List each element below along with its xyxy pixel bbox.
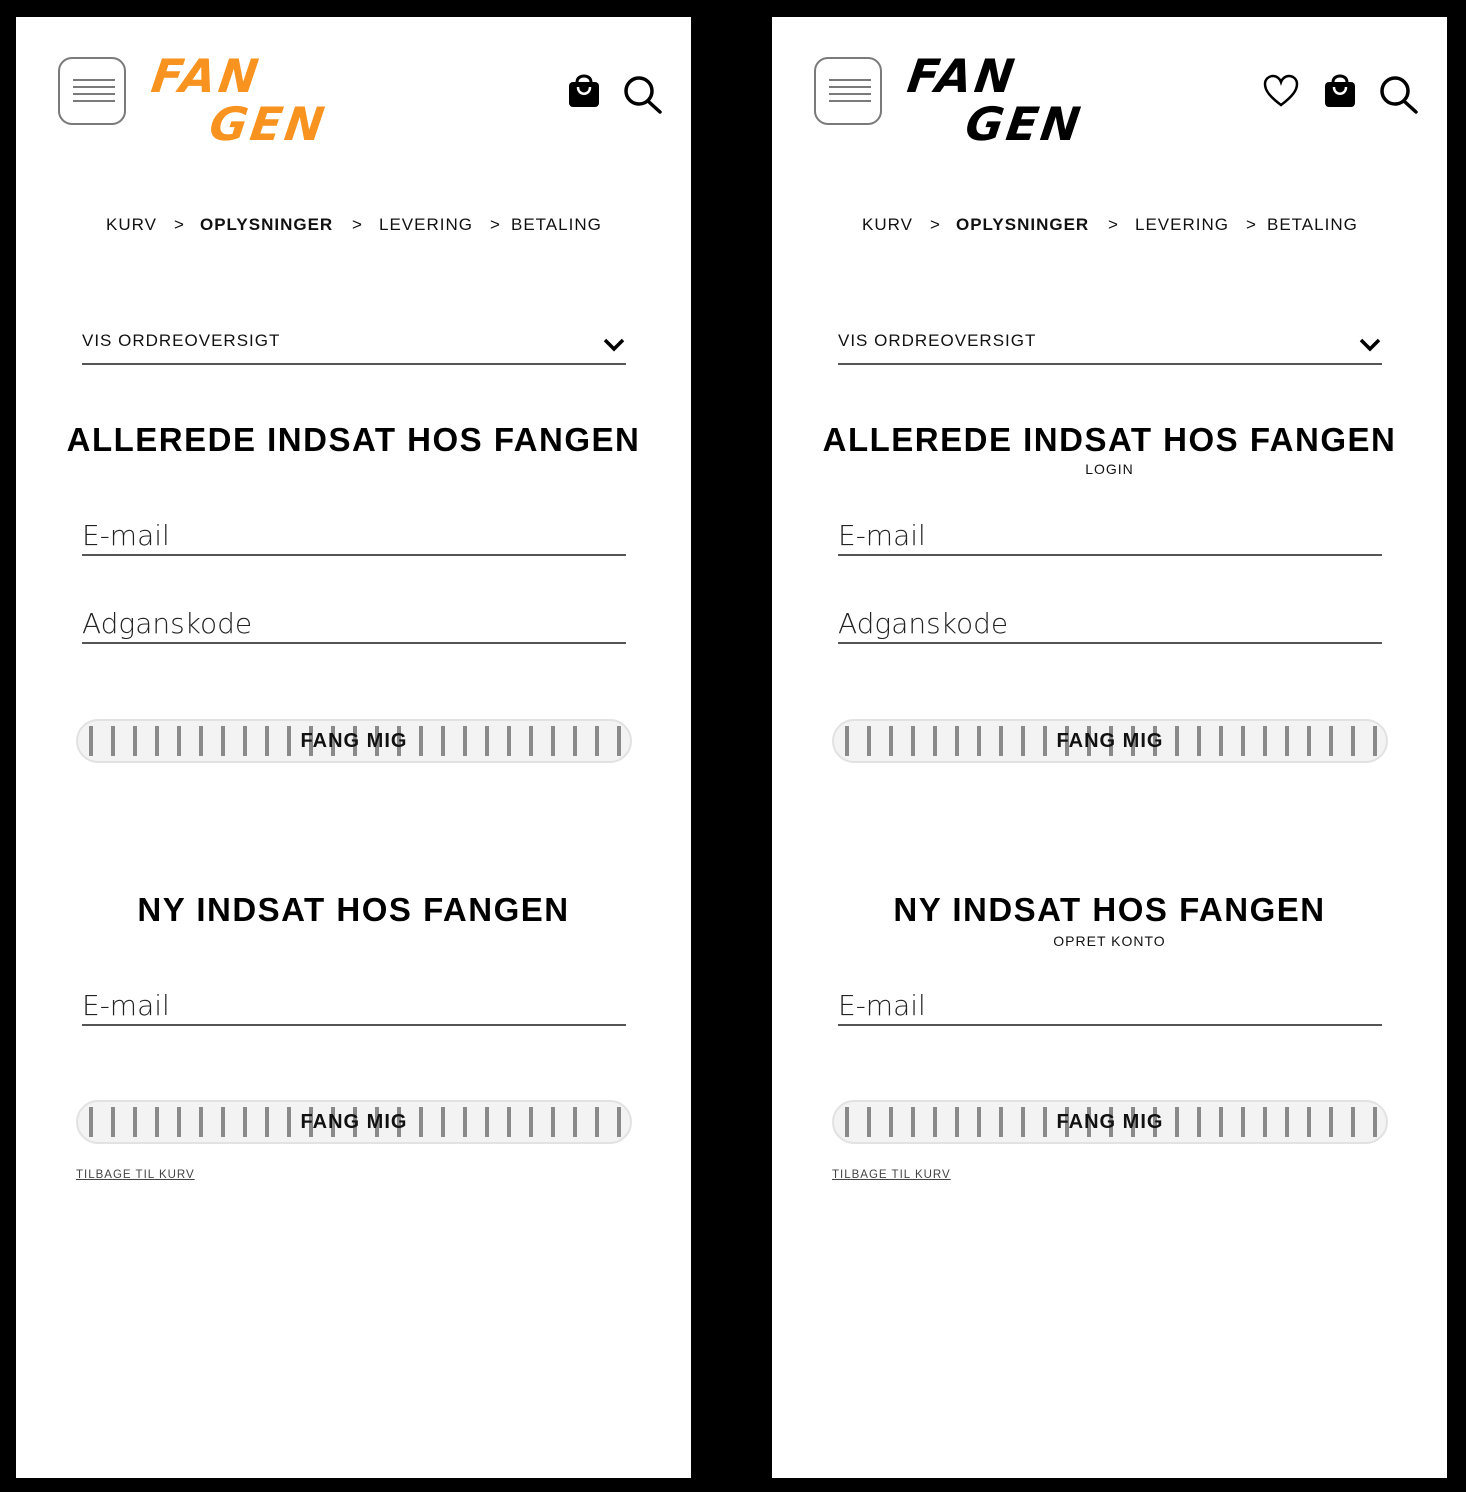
login-password-field[interactable] <box>82 602 626 644</box>
breadcrumb-step-kurv[interactable]: KURV <box>106 215 157 235</box>
brand-logo[interactable]: FAN GEN <box>148 49 331 155</box>
logo-text-line2: GEN <box>206 97 331 151</box>
logo-text-line1: FAN <box>904 49 1021 103</box>
login-submit-button[interactable]: FANG MIG <box>832 719 1388 763</box>
login-submit-label: FANG MIG <box>1056 730 1164 752</box>
breadcrumb-separator: > <box>352 215 363 234</box>
order-summary-label: VIS ORDREOVERSIGT <box>838 331 1037 350</box>
signup-email-field[interactable] <box>838 984 1382 1026</box>
hamburger-menu-icon <box>73 79 115 81</box>
signup-submit-button[interactable]: FANG MIG <box>76 1100 632 1144</box>
login-password-input[interactable] <box>82 607 626 640</box>
signup-heading: NY INDSAT HOS FANGEN <box>137 891 570 928</box>
chevron-down-icon <box>1358 337 1382 357</box>
menu-button[interactable] <box>814 57 882 125</box>
login-email-input[interactable] <box>82 519 626 552</box>
breadcrumb-step-betaling[interactable]: BETALING <box>511 215 602 235</box>
breadcrumb-step-levering[interactable]: LEVERING <box>1135 215 1229 235</box>
login-heading: ALLEREDE INDSAT HOS FANGEN <box>66 421 641 458</box>
login-email-field[interactable] <box>838 514 1382 556</box>
login-heading: ALLEREDE INDSAT HOS FANGEN <box>822 421 1397 458</box>
breadcrumb-separator: > <box>174 215 185 234</box>
breadcrumb-step-kurv[interactable]: KURV <box>862 215 913 235</box>
back-to-cart-link[interactable]: TILBAGE TIL KURV <box>832 1169 951 1181</box>
shopping-bag-icon[interactable] <box>1323 72 1357 108</box>
brand-logo[interactable]: FAN GEN <box>904 49 1087 155</box>
search-icon[interactable] <box>623 75 663 115</box>
breadcrumb-step-oplysninger[interactable]: OPLYSNINGER <box>956 215 1089 235</box>
breadcrumb-step-betaling[interactable]: BETALING <box>1267 215 1358 235</box>
breadcrumb-separator: > <box>1108 215 1119 234</box>
login-email-input[interactable] <box>838 519 1382 552</box>
back-to-cart-link[interactable]: TILBAGE TIL KURV <box>76 1169 195 1181</box>
signup-submit-label: FANG MIG <box>1056 1111 1164 1133</box>
login-submit-label: FANG MIG <box>300 730 408 752</box>
logo-text-line1: FAN <box>148 49 265 103</box>
breadcrumb-step-levering[interactable]: LEVERING <box>379 215 473 235</box>
checkout-breadcrumb: KURV > OPLYSNINGER > LEVERING > BETALING <box>862 215 1372 237</box>
signup-heading: NY INDSAT HOS FANGEN <box>893 891 1326 928</box>
heart-icon[interactable] <box>1263 74 1299 108</box>
signup-email-input[interactable] <box>838 989 1382 1022</box>
breadcrumb-separator: > <box>1246 215 1257 234</box>
login-submit-button[interactable]: FANG MIG <box>76 719 632 763</box>
checkout-screen-variant-b: FAN GEN KURV > OPLYSNINGER > LEVERING > … <box>772 17 1447 1478</box>
search-icon[interactable] <box>1379 75 1419 115</box>
order-summary-label: VIS ORDREOVERSIGT <box>82 331 281 350</box>
login-password-input[interactable] <box>838 607 1382 640</box>
checkout-screen-variant-a: FAN GEN KURV > OPLYSNINGER > LEVERING > … <box>16 17 691 1478</box>
hamburger-menu-icon <box>829 79 871 81</box>
shopping-bag-icon[interactable] <box>567 72 601 108</box>
breadcrumb-separator: > <box>930 215 941 234</box>
order-summary-toggle[interactable]: VIS ORDREOVERSIGT <box>838 329 1382 365</box>
breadcrumb-separator: > <box>490 215 501 234</box>
login-subheading: LOGIN <box>1085 461 1134 477</box>
signup-email-input[interactable] <box>82 989 626 1022</box>
signup-email-field[interactable] <box>82 984 626 1026</box>
order-summary-toggle[interactable]: VIS ORDREOVERSIGT <box>82 329 626 365</box>
login-password-field[interactable] <box>838 602 1382 644</box>
breadcrumb-step-oplysninger[interactable]: OPLYSNINGER <box>200 215 333 235</box>
logo-text-line2: GEN <box>962 97 1087 151</box>
signup-submit-button[interactable]: FANG MIG <box>832 1100 1388 1144</box>
signup-submit-label: FANG MIG <box>300 1111 408 1133</box>
login-email-field[interactable] <box>82 514 626 556</box>
checkout-breadcrumb: KURV > OPLYSNINGER > LEVERING > BETALING <box>106 215 616 237</box>
signup-subheading: OPRET KONTO <box>1053 933 1166 949</box>
menu-button[interactable] <box>58 57 126 125</box>
chevron-down-icon <box>602 337 626 357</box>
